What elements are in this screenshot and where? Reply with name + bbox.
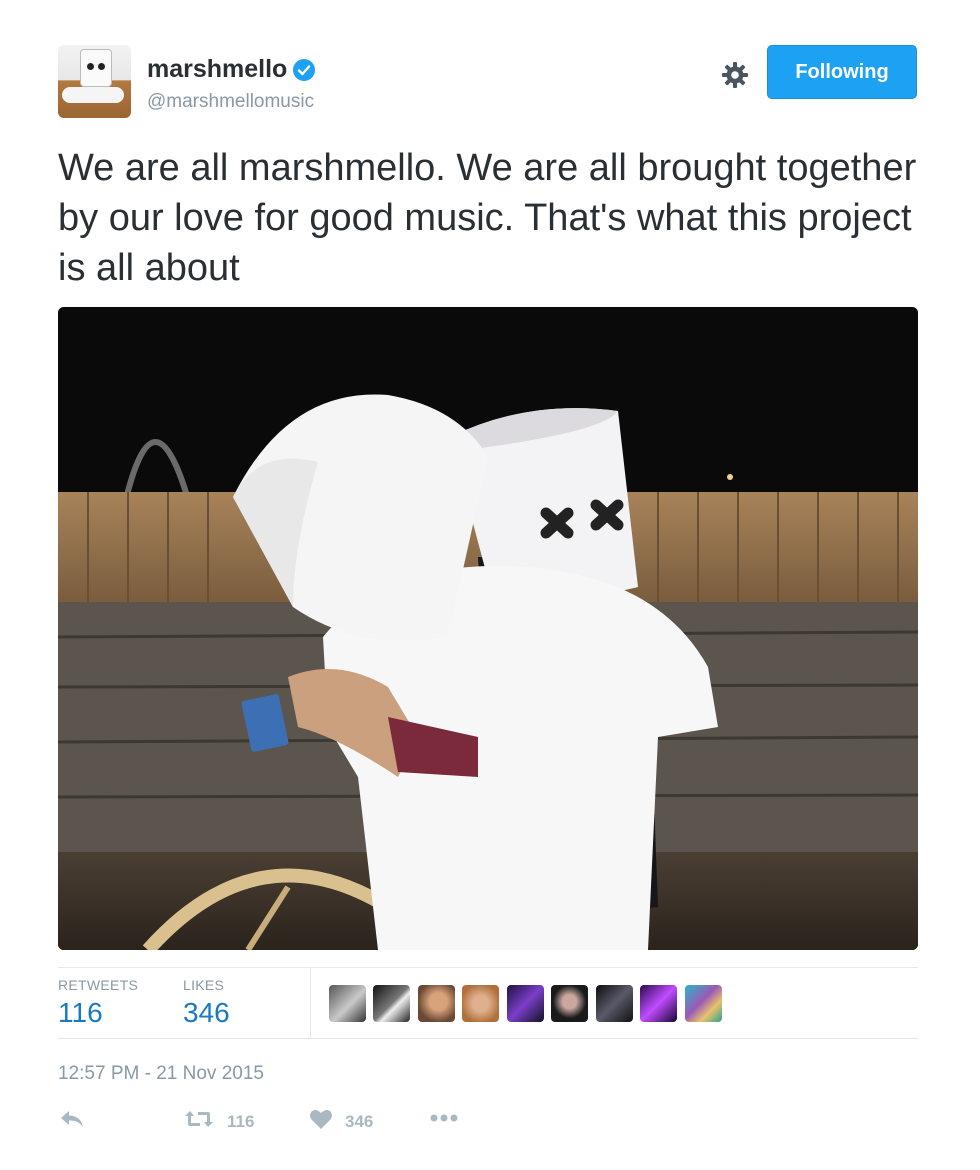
- likes-label: LIKES: [183, 977, 225, 993]
- gear-icon[interactable]: [720, 60, 750, 90]
- liker-avatar[interactable]: [507, 985, 544, 1022]
- retweets-stat[interactable]: RETWEETS 116: [58, 977, 138, 1029]
- liker-avatar[interactable]: [373, 985, 410, 1022]
- more-button[interactable]: [429, 1108, 459, 1128]
- verified-badge-icon: [293, 58, 316, 81]
- liker-avatar[interactable]: [329, 985, 366, 1022]
- following-button[interactable]: Following: [767, 45, 917, 99]
- more-icon: [429, 1108, 459, 1128]
- retweets-label: RETWEETS: [58, 977, 139, 993]
- reply-button[interactable]: [58, 1108, 86, 1135]
- stats-vertical-divider: [310, 968, 311, 1038]
- heart-icon: [309, 1108, 333, 1135]
- tweet-timestamp[interactable]: 12:57 PM - 21 Nov 2015: [58, 1063, 264, 1085]
- liker-avatar[interactable]: [596, 985, 633, 1022]
- reply-icon: [58, 1108, 86, 1135]
- retweet-button[interactable]: 116: [183, 1108, 254, 1135]
- retweet-action-count: 116: [227, 1111, 255, 1131]
- tweet-text: We are all marshmello. We are all brough…: [58, 147, 917, 289]
- liker-avatar[interactable]: [418, 985, 455, 1022]
- liker-avatar[interactable]: [685, 985, 722, 1022]
- user-handle[interactable]: @marshmellomusic: [147, 91, 314, 113]
- likes-stat[interactable]: LIKES 346: [183, 977, 230, 1029]
- user-name-row[interactable]: marshmello: [147, 55, 316, 84]
- retweets-count[interactable]: 116: [58, 997, 138, 1029]
- liker-avatar[interactable]: [551, 985, 588, 1022]
- tweet-photo[interactable]: [58, 307, 918, 950]
- display-name[interactable]: marshmello: [147, 55, 287, 84]
- like-action-count: 346: [345, 1111, 374, 1131]
- avatar[interactable]: [58, 45, 131, 118]
- retweet-icon: [183, 1108, 215, 1135]
- liker-avatar[interactable]: [462, 985, 499, 1022]
- liker-avatar[interactable]: [640, 985, 677, 1022]
- stats-bottom-divider: [58, 1038, 918, 1039]
- like-button[interactable]: 346: [309, 1108, 373, 1135]
- likes-count[interactable]: 346: [183, 997, 230, 1029]
- stats-top-divider: [58, 967, 918, 968]
